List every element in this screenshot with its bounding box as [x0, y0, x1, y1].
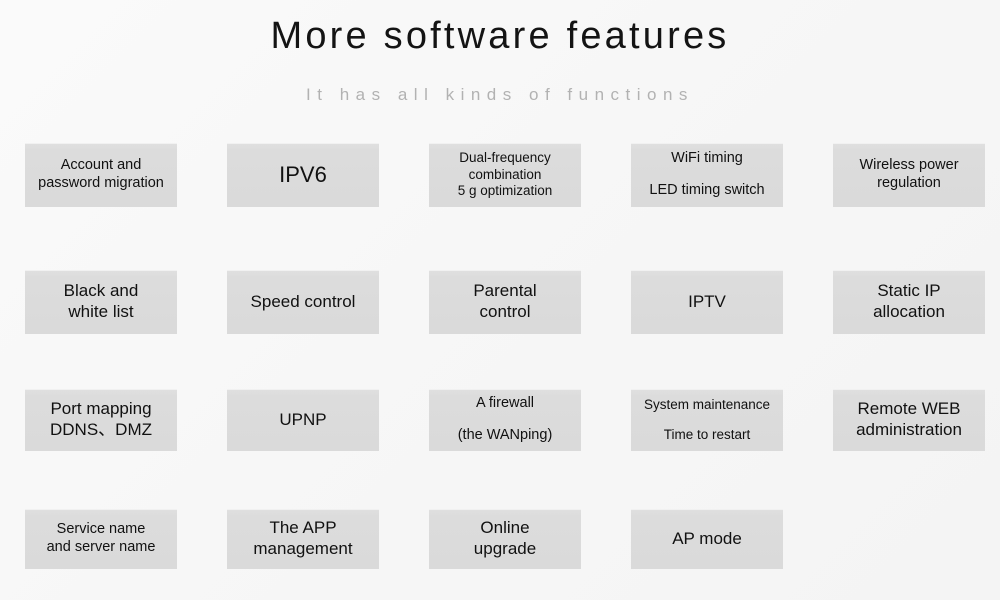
feature-cell: Black and white list — [0, 270, 202, 334]
feature-cell: AP mode — [606, 509, 808, 569]
feature-box[interactable]: IPTV — [631, 270, 783, 334]
header: More software features It has all kinds … — [0, 0, 1000, 105]
feature-box[interactable]: Speed control — [227, 270, 379, 334]
feature-label-line: Time to restart — [663, 427, 751, 442]
feature-box[interactable]: Online upgrade — [429, 509, 581, 569]
feature-cell: Port mapping DDNS、DMZ — [0, 389, 202, 451]
feature-row: Port mapping DDNS、DMZ UPNP A firewall (the W… — [0, 389, 1000, 451]
feature-label-line: regulation — [877, 175, 941, 191]
feature-label-line: Account and — [60, 157, 142, 174]
feature-label-line: Wireless power — [859, 157, 959, 174]
feature-label-line: IPTV — [688, 291, 726, 311]
feature-label-line: WiFi timing — [671, 150, 743, 167]
feature-box[interactable]: UPNP — [227, 389, 379, 451]
feature-label-line: management — [253, 539, 353, 558]
feature-label-line: control — [479, 302, 531, 321]
feature-label-line: white list — [68, 302, 134, 321]
feature-label-line: A firewall — [475, 395, 535, 412]
page-title: More software features — [270, 15, 730, 57]
feature-label-line: password migration — [38, 175, 164, 191]
feature-row: Service name and server name The APP manage… — [0, 509, 1000, 569]
feature-box[interactable]: Dual-frequency combination 5 g optimizatio… — [429, 143, 581, 207]
feature-box[interactable]: Account and password migration — [25, 143, 177, 207]
feature-box[interactable]: Port mapping DDNS、DMZ — [25, 389, 177, 451]
feature-label-line: Static IP — [877, 281, 941, 301]
feature-box[interactable]: A firewall (the WANping) — [429, 389, 581, 451]
feature-label-line: LED timing switch — [649, 182, 765, 198]
feature-label-line: allocation — [873, 302, 945, 321]
feature-cell: The APP management — [202, 509, 404, 569]
page-subtitle: It has all kinds of functions — [306, 84, 694, 104]
feature-label-line: 5 g optimization — [457, 183, 553, 199]
feature-label-line: Speed control — [250, 291, 356, 311]
feature-label-line: combination — [468, 166, 542, 182]
feature-row: Account and password migration IPV6 Dual-fr… — [0, 143, 1000, 207]
feature-cell: UPNP — [202, 389, 404, 451]
feature-cell: Speed control — [202, 270, 404, 334]
feature-box[interactable]: The APP management — [227, 509, 379, 569]
feature-cell: Online upgrade — [404, 509, 606, 569]
feature-label-line: Remote WEB — [857, 399, 961, 419]
feature-box[interactable]: Service name and server name — [25, 509, 177, 569]
feature-label-line: Service name — [56, 521, 146, 538]
feature-cell: Remote WEB administration — [808, 389, 1000, 451]
feature-box[interactable]: Static IP allocation — [833, 270, 985, 334]
feature-label-line: administration — [856, 420, 962, 439]
feature-cell: Wireless power regulation — [808, 143, 1000, 207]
feature-cell: System maintenance Time to restart — [606, 389, 808, 451]
feature-label-line: IPV6 — [279, 161, 327, 187]
feature-label-line: Online — [480, 518, 530, 538]
feature-label-line: and server name — [46, 539, 156, 555]
feature-label-line: upgrade — [473, 539, 537, 558]
feature-cell: Service name and server name — [0, 509, 202, 569]
feature-label-line: Port mapping — [50, 399, 152, 419]
feature-cell: Parental control — [404, 270, 606, 334]
feature-label-line: (the WANping) — [457, 427, 553, 443]
feature-cell: IPV6 — [202, 143, 404, 207]
feature-box[interactable]: Black and white list — [25, 270, 177, 334]
feature-box[interactable]: IPV6 — [227, 143, 379, 207]
feature-label-line: Dual-frequency — [459, 150, 551, 166]
slide-root: More software features It has all kinds … — [0, 0, 1000, 600]
feature-box[interactable]: Remote WEB administration — [833, 389, 985, 451]
feature-row: Black and white list Speed control Parental… — [0, 270, 1000, 334]
feature-cell: IPTV — [606, 270, 808, 334]
feature-box[interactable]: AP mode — [631, 509, 783, 569]
feature-label-line: Black and — [63, 281, 139, 301]
feature-box[interactable]: WiFi timing LED timing switch — [631, 143, 783, 207]
feature-cell: Static IP allocation — [808, 270, 1000, 334]
feature-label-line: UPNP — [279, 409, 327, 429]
feature-grid: Account and password migration IPV6 Dual-fr… — [0, 133, 1000, 600]
feature-cell: Dual-frequency combination 5 g optimizatio… — [404, 143, 606, 207]
feature-cell: Account and password migration — [0, 143, 202, 207]
feature-box[interactable]: Parental control — [429, 270, 581, 334]
feature-label-line: AP mode — [672, 528, 742, 548]
feature-cell: WiFi timing LED timing switch — [606, 143, 808, 207]
feature-cell: A firewall (the WANping) — [404, 389, 606, 451]
feature-label-line: DDNS、DMZ — [50, 420, 152, 439]
feature-box[interactable]: System maintenance Time to restart — [631, 389, 783, 451]
feature-box[interactable]: Wireless power regulation — [833, 143, 985, 207]
feature-label-line: Parental — [473, 281, 537, 301]
feature-label-line: The APP — [269, 518, 337, 538]
feature-label-line: System maintenance — [643, 396, 771, 412]
